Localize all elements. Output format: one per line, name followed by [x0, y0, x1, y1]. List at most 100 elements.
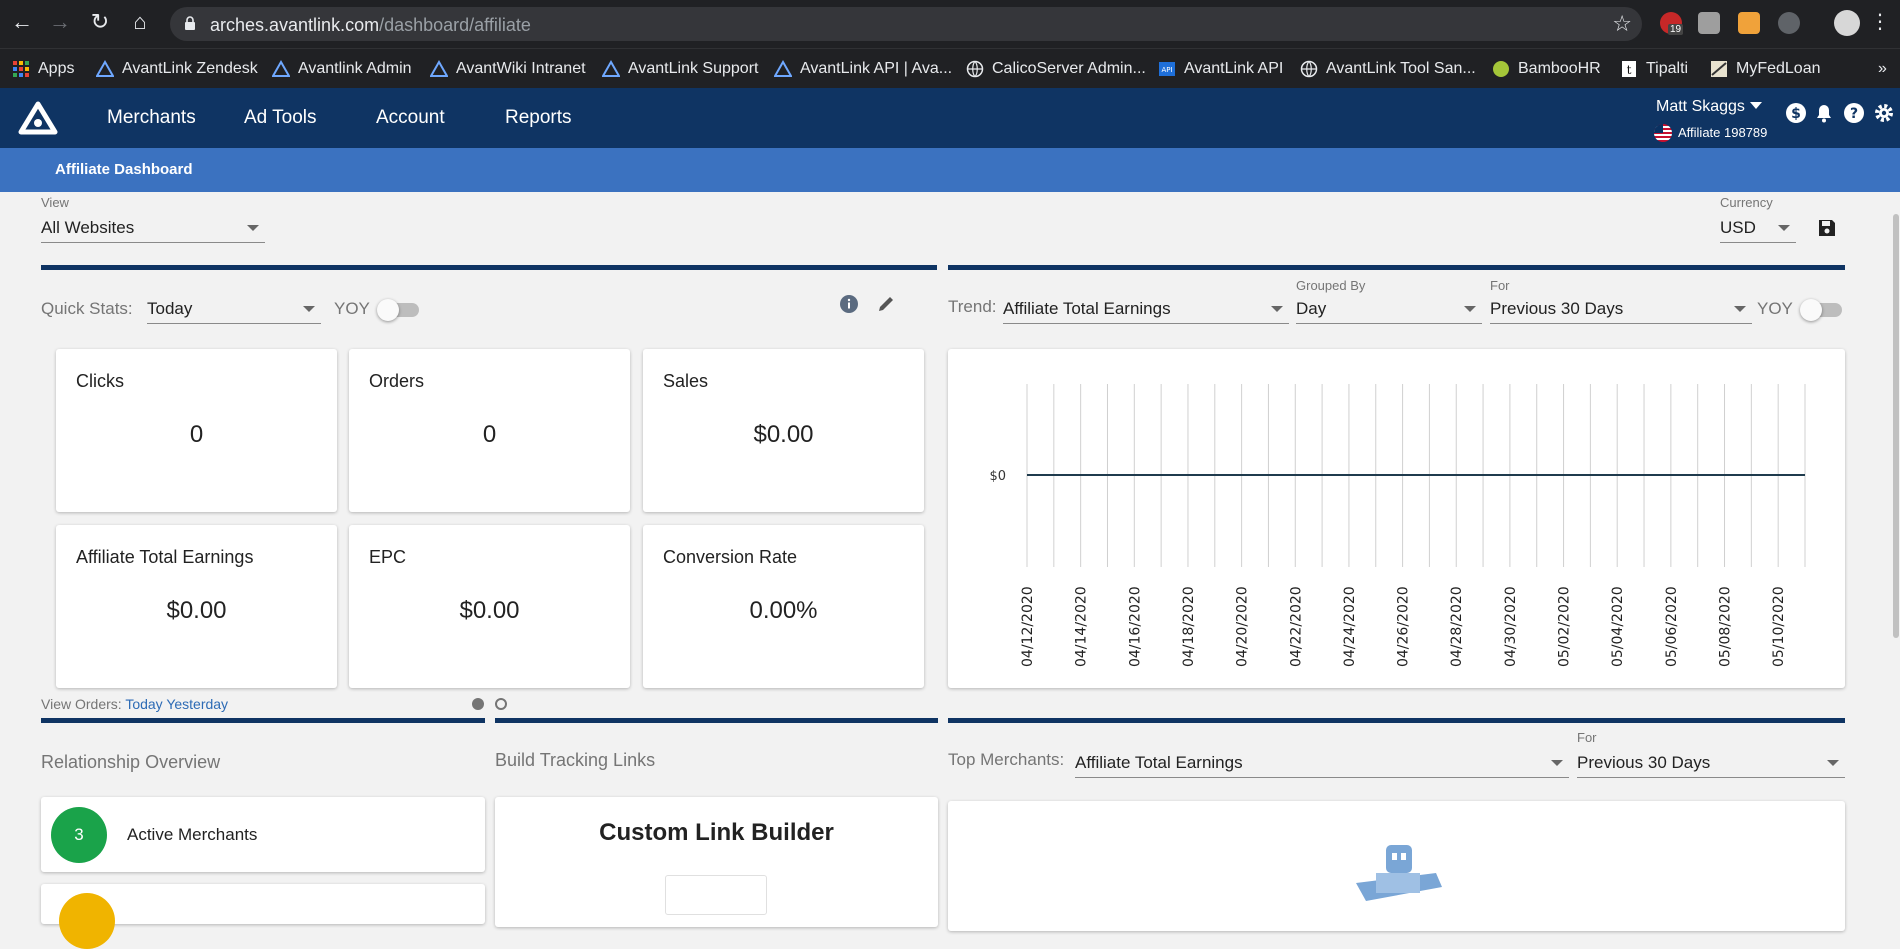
custom-link-builder-card: Custom Link Builder	[495, 797, 938, 927]
carousel-dot-active[interactable]	[472, 698, 484, 710]
bookmark-label: Apps	[38, 60, 75, 77]
bookmark-item[interactable]: Avantlink Admin	[272, 49, 412, 89]
caret-down-icon	[1778, 225, 1790, 231]
section-divider	[41, 718, 485, 723]
quick-stats-period-select[interactable]: Today	[147, 294, 321, 324]
relationship-count-badge	[59, 893, 115, 949]
lock-icon	[185, 16, 195, 30]
top-merchants-label: Top Merchants:	[948, 750, 1065, 769]
extension-icon[interactable]	[1698, 12, 1720, 34]
caret-down-icon	[1551, 760, 1563, 766]
view-value: All Websites	[41, 218, 135, 237]
carousel-dot[interactable]	[495, 698, 507, 710]
extension-icon[interactable]	[1778, 12, 1800, 34]
bookmark-item[interactable]: t Tipalti	[1620, 49, 1688, 89]
info-icon[interactable]	[839, 294, 859, 314]
currency-value: USD	[1720, 218, 1756, 237]
avantlink-icon	[430, 60, 448, 77]
forward-icon[interactable]: →	[48, 10, 72, 34]
back-icon[interactable]: ←	[10, 10, 34, 34]
bookmark-star-icon[interactable]: ☆	[1612, 11, 1632, 37]
bookmark-item[interactable]: CalicoServer Admin...	[966, 49, 1146, 89]
for-label: For	[1490, 278, 1510, 293]
view-orders-yesterday-link[interactable]: Yesterday	[166, 696, 228, 712]
stat-card-orders: Orders 0	[349, 349, 630, 512]
bookmark-item[interactable]: AvantLink Tool San...	[1300, 49, 1476, 89]
help-icon[interactable]: ?	[1842, 102, 1866, 126]
dollar-icon[interactable]: $	[1784, 102, 1808, 126]
bookmark-item[interactable]: API AvantLink API	[1158, 49, 1283, 89]
bell-icon[interactable]	[1812, 102, 1836, 126]
grouped-by-select[interactable]: Day	[1296, 294, 1482, 324]
active-merchants-card[interactable]: 3 Active Merchants	[41, 797, 485, 872]
bookmark-label: AvantLink Support	[628, 60, 759, 77]
link-builder-input[interactable]	[665, 875, 767, 915]
extension-icon[interactable]	[1738, 12, 1760, 34]
us-flag-icon	[1654, 124, 1672, 142]
top-merchants-card	[948, 801, 1845, 931]
nav-merchants[interactable]: Merchants	[107, 88, 196, 148]
app-header: Merchants Ad Tools Account Reports Matt …	[0, 88, 1900, 148]
stat-value: $0.00	[166, 597, 227, 624]
bookmark-item[interactable]: BambooHR	[1492, 49, 1601, 89]
bookmark-apps[interactable]: Apps	[12, 49, 74, 89]
trend-chart-svg: $0 04/12/2020 04/14/2020 04/16/2020 04/18/20…	[989, 384, 1806, 667]
top-merchants-period-select[interactable]: Previous 30 Days	[1577, 748, 1845, 778]
gear-icon[interactable]	[1872, 102, 1896, 126]
quick-stats-label: Quick Stats:	[41, 299, 133, 318]
currency-select[interactable]: USD	[1720, 213, 1796, 243]
myfedloan-icon	[1711, 61, 1727, 77]
section-divider	[948, 265, 1845, 270]
stat-label: Orders	[369, 371, 425, 391]
stat-label: Affiliate Total Earnings	[76, 547, 254, 567]
caret-down-icon	[247, 225, 259, 231]
top-merchants-metric-select[interactable]: Affiliate Total Earnings	[1075, 748, 1569, 778]
yoy-label: YOY	[334, 299, 370, 318]
trend-metric-select[interactable]: Affiliate Total Earnings	[1003, 294, 1289, 324]
nav-account[interactable]: Account	[376, 88, 445, 148]
bamboohr-icon	[1493, 61, 1509, 77]
chart-x-tick-label: 04/12/2020	[1020, 586, 1036, 667]
sub-header: Affiliate Dashboard	[0, 148, 1900, 192]
svg-text:t: t	[1627, 63, 1632, 77]
yoy-toggle[interactable]	[377, 299, 421, 321]
extension-badge: 19	[1668, 24, 1684, 35]
bookmark-item[interactable]: MyFedLoan	[1710, 49, 1821, 89]
save-icon[interactable]	[1818, 219, 1836, 237]
avantlink-logo[interactable]	[18, 101, 58, 135]
profile-avatar[interactable]	[1834, 10, 1860, 36]
view-orders-today-link[interactable]: Today	[125, 696, 162, 712]
relationship-card[interactable]	[41, 884, 485, 949]
edit-pencil-icon[interactable]	[876, 294, 896, 314]
avantlink-icon	[602, 60, 620, 77]
stat-value: $0.00	[459, 597, 520, 624]
reload-icon[interactable]: ↻	[88, 10, 112, 34]
page-scrollbar[interactable]	[1893, 214, 1899, 638]
trend-period-select[interactable]: Previous 30 Days	[1490, 294, 1752, 324]
extension-icon[interactable]: 19	[1660, 12, 1684, 35]
nav-reports[interactable]: Reports	[505, 88, 572, 148]
stat-label: Sales	[663, 371, 709, 391]
bookmark-item[interactable]: AvantWiki Intranet	[430, 49, 586, 89]
trend-metric-value: Affiliate Total Earnings	[1003, 299, 1171, 318]
nav-ad-tools[interactable]: Ad Tools	[244, 88, 317, 148]
user-name: Matt Skaggs	[1656, 98, 1745, 115]
home-icon[interactable]: ⌂	[128, 10, 152, 34]
bookmark-item[interactable]: AvantLink API | Ava...	[774, 49, 952, 89]
bookmark-label: MyFedLoan	[1736, 60, 1821, 77]
menu-kebab-icon[interactable]: ⋮	[1868, 10, 1892, 34]
bookmarks-overflow-icon[interactable]: »	[1878, 49, 1887, 89]
view-select[interactable]: All Websites	[41, 213, 265, 243]
bookmark-item[interactable]: AvantLink Support	[602, 49, 758, 89]
avantlink-icon	[774, 60, 792, 77]
custom-link-builder-title: Custom Link Builder	[599, 819, 834, 846]
trend-yoy-toggle[interactable]	[1800, 299, 1844, 321]
bookmark-item[interactable]: AvantLink Zendesk	[96, 49, 258, 89]
address-bar[interactable]: arches.avantlink.com/dashboard/affiliate…	[170, 7, 1642, 41]
tipalti-icon: t	[1622, 61, 1636, 77]
build-tracking-links-title: Build Tracking Links	[495, 750, 656, 770]
chart-x-tick-label: 04/30/2020	[1503, 586, 1519, 667]
stat-value: $0.00	[753, 421, 814, 448]
section-divider	[948, 718, 1845, 723]
url-text: arches.avantlink.com/dashboard/affiliate	[210, 15, 531, 35]
